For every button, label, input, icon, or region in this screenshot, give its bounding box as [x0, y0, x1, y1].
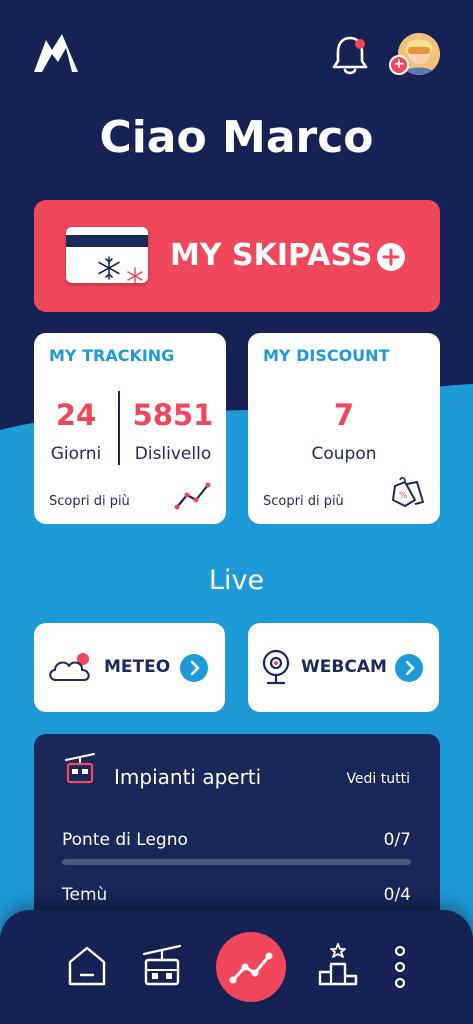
elevation-label: Dislivello	[134, 444, 212, 464]
lift-name: Ponte di Legno	[62, 830, 188, 850]
chevron-right-icon	[180, 654, 208, 682]
webcam-button[interactable]: WEBCAM	[248, 623, 439, 712]
tracking-nav-button[interactable]	[216, 932, 286, 1002]
more-vertical-icon[interactable]	[390, 944, 410, 990]
my-tracking-card[interactable]: MY TRACKING 24 Giorni 5851 Dislivello Sc…	[34, 333, 226, 524]
elevation-value: 5851	[132, 398, 214, 432]
cable-car-icon	[65, 753, 95, 784]
meteo-label: METEO	[104, 657, 171, 677]
mountain-logo-icon[interactable]	[32, 32, 80, 76]
cloud-sun-icon	[49, 653, 90, 681]
lift-count: 0/4	[383, 885, 411, 905]
skipass-card-icon	[66, 227, 148, 283]
greeting-title: Ciao Marco	[99, 112, 374, 163]
skipass-label: MY SKIPASS	[170, 238, 373, 273]
lift-row[interactable]: Ponte di Legno 0/7	[62, 829, 411, 865]
meteo-button[interactable]: METEO	[34, 623, 225, 712]
top-bar: +	[0, 0, 473, 100]
webcam-label: WEBCAM	[301, 657, 387, 677]
lift-name: Temù	[62, 885, 108, 905]
bottom-navigation	[0, 910, 473, 1024]
open-lifts-title: Impianti aperti	[114, 765, 262, 789]
my-skipass-button[interactable]: MY SKIPASS	[34, 200, 440, 312]
coupon-tag-icon: %	[392, 477, 424, 507]
discount-more-link[interactable]: Scopri di più	[263, 494, 344, 510]
snowflake-icon	[98, 256, 120, 280]
tracking-chart-icon	[174, 482, 211, 510]
my-discount-card[interactable]: MY DISCOUNT 7 Coupon Scopri di più %	[248, 333, 440, 524]
tracking-more-link[interactable]: Scopri di più	[49, 494, 130, 510]
podium-icon[interactable]	[318, 940, 358, 988]
chevron-right-icon	[395, 654, 423, 682]
lift-progress-bar	[62, 859, 411, 865]
see-all-link[interactable]: Vedi tutti	[346, 770, 410, 788]
cable-car-icon[interactable]	[142, 942, 182, 988]
snowflake-small-icon	[127, 267, 143, 283]
live-section-title: Live	[208, 565, 265, 596]
discount-title: MY DISCOUNT	[263, 346, 390, 365]
svg-text:%: %	[399, 491, 408, 501]
home-icon[interactable]	[66, 944, 108, 988]
coupon-label: Coupon	[311, 444, 377, 464]
add-skipass-icon[interactable]	[376, 242, 406, 272]
lift-row[interactable]: Temù 0/4	[62, 884, 411, 906]
bell-icon[interactable]	[330, 34, 370, 76]
webcam-icon	[262, 649, 290, 685]
lift-count: 0/7	[383, 830, 411, 850]
add-profile-plus-icon[interactable]: +	[389, 55, 409, 75]
days-label: Giorni	[50, 444, 102, 464]
tracking-chart-icon	[229, 952, 273, 984]
tracking-title: MY TRACKING	[49, 346, 175, 365]
days-value: 24	[55, 398, 97, 432]
coupon-value: 7	[333, 398, 355, 432]
